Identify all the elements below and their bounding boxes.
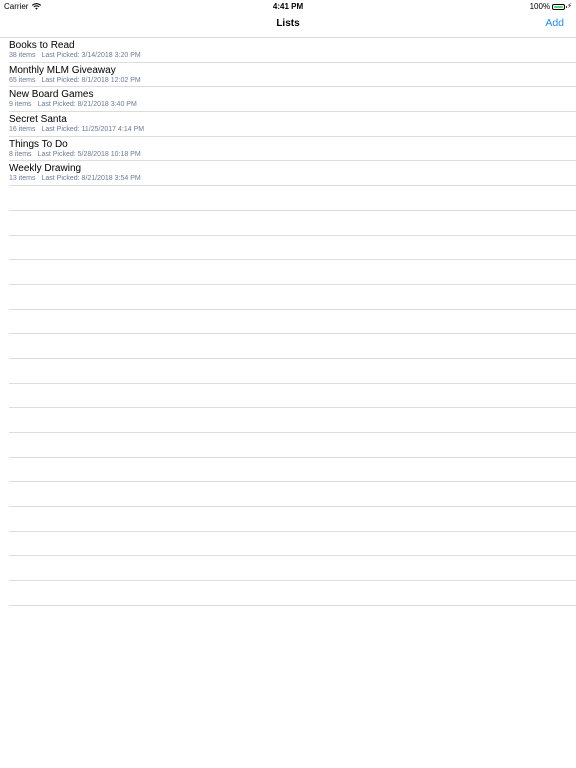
item-count: 38 items	[9, 52, 36, 59]
empty-row	[9, 310, 576, 335]
item-count: 8 items	[9, 150, 32, 158]
last-picked: Last Picked: 3/14/2018 3:20 PM	[41, 52, 141, 59]
last-picked: Last Picked: 8/1/2018 12:02 PM	[41, 76, 141, 84]
empty-row	[9, 433, 576, 458]
item-count: 9 items	[9, 101, 32, 109]
list-item-title: Books to Read	[9, 40, 75, 51]
battery-percent: 100%	[529, 2, 551, 11]
empty-row	[9, 458, 576, 483]
empty-row	[9, 359, 576, 384]
list-item-subtitle: 9 items Last Picked: 8/21/2018 3:40 PM	[9, 101, 137, 108]
empty-row	[9, 532, 576, 557]
list-item-title: New Board Games	[9, 89, 94, 101]
navigation-bar: Lists Add	[0, 12, 576, 38]
list-item-subtitle: 65 items Last Picked: 8/1/2018 12:02 PM	[9, 77, 141, 84]
empty-row	[9, 285, 576, 310]
last-picked: Last Picked: 11/25/2017 4:14 PM	[41, 126, 145, 134]
item-count: 13 items	[9, 175, 36, 183]
list-item[interactable]: New Board Games 9 items Last Picked: 8/21/…	[9, 87, 576, 113]
list-item[interactable]: Monthly MLM Giveaway 65 items Last Picked:…	[9, 63, 576, 88]
list-item[interactable]: Books to Read 38 items Last Picked: 3/14/2…	[9, 38, 576, 63]
empty-row	[9, 482, 576, 508]
page-title: Lists	[276, 18, 300, 29]
status-time: 4:41 PM	[272, 2, 304, 11]
list-item-subtitle: 16 items Last Picked: 11/25/2017 4:14 PM	[9, 126, 144, 133]
list-item-subtitle: 38 items Last Picked: 3/14/2018 3:20 PM	[9, 52, 141, 59]
empty-row	[9, 556, 576, 582]
add-button[interactable]: Add	[545, 17, 564, 29]
empty-row	[9, 384, 576, 409]
empty-row	[9, 334, 576, 359]
charging-icon: ⚡︎	[567, 3, 572, 10]
empty-row	[9, 260, 576, 285]
list-item[interactable]: Things To Do 8 items Last Picked: 5/28/201…	[9, 137, 576, 162]
last-picked: Last Picked: 5/28/2018 10:18 PM	[37, 150, 141, 158]
list-item-title: Monthly MLM Giveaway	[9, 64, 116, 76]
empty-row	[9, 236, 576, 261]
empty-row	[9, 186, 576, 211]
list-item[interactable]: Secret Santa 16 items Last Picked: 11/25/2…	[9, 112, 576, 137]
item-count: 16 items	[9, 126, 36, 134]
status-right: 100% ⚡︎	[530, 2, 572, 11]
list-item-subtitle: 8 items Last Picked: 5/28/2018 10:18 PM	[9, 151, 141, 158]
list-item-title: Secret Santa	[9, 114, 67, 126]
list-item-title: Things To Do	[9, 138, 68, 150]
empty-row	[9, 408, 576, 433]
status-bar: Carrier 4:41 PM 100% ⚡︎	[0, 0, 576, 12]
lists-table: Books to Read 38 items Last Picked: 3/14/2…	[0, 38, 576, 606]
last-picked: Last Picked: 8/21/2018 3:40 PM	[37, 101, 137, 109]
list-item-title: Weekly Drawing	[9, 163, 82, 175]
list-item-subtitle: 13 items Last Picked: 8/21/2018 3:54 PM	[9, 175, 141, 182]
list-item[interactable]: Weekly Drawing 13 items Last Picked: 8/21/…	[9, 161, 576, 187]
battery-icon	[552, 3, 568, 10]
item-count: 65 items	[9, 76, 36, 84]
empty-row	[9, 211, 576, 236]
last-picked: Last Picked: 8/21/2018 3:54 PM	[41, 175, 141, 183]
empty-row	[9, 581, 576, 606]
empty-row	[9, 507, 576, 532]
